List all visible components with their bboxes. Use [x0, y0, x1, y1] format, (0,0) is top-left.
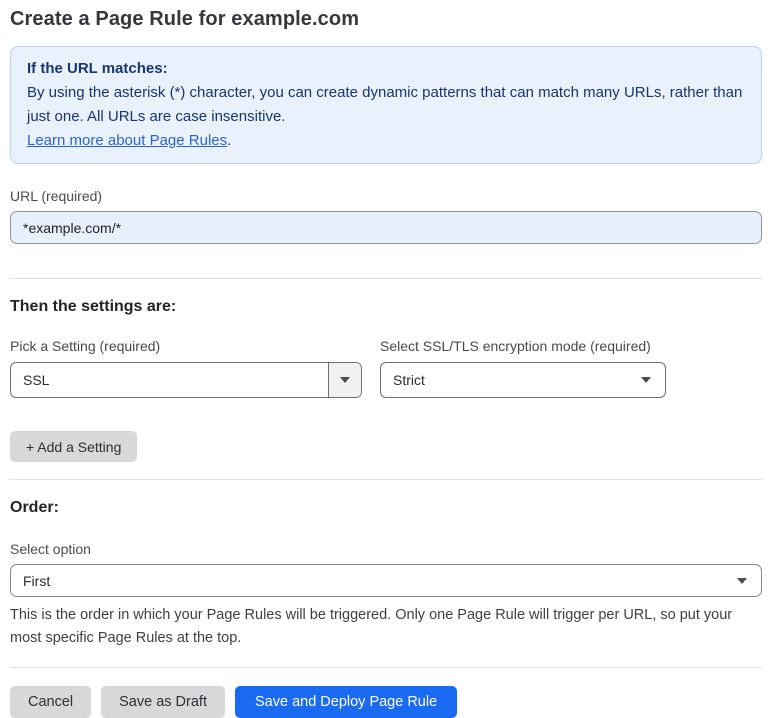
link-suffix-text: . [227, 132, 232, 149]
pick-setting-select[interactable]: SSL [10, 362, 362, 398]
chevron-down-icon [340, 377, 350, 383]
encryption-mode-select[interactable]: Strict [380, 362, 666, 398]
pick-setting-caret-button[interactable] [328, 363, 361, 397]
url-input[interactable] [10, 211, 762, 244]
info-box-link-line: Learn more about Page Rules. [27, 129, 745, 153]
order-select-wrap: First [10, 564, 762, 597]
divider [10, 667, 762, 668]
form-actions: Cancel Save as Draft Save and Deploy Pag… [10, 686, 762, 718]
url-label: URL (required) [10, 188, 103, 204]
save-deploy-button[interactable]: Save and Deploy Page Rule [234, 686, 458, 718]
page-title: Create a Page Rule for example.com [10, 8, 360, 30]
chevron-down-icon [641, 377, 651, 383]
divider [10, 479, 762, 480]
settings-heading: Then the settings are: [10, 298, 177, 315]
order-heading: Order: [10, 499, 59, 516]
order-help-text: This is the order in which your Page Rul… [10, 607, 733, 646]
encryption-mode-field: Select SSL/TLS encryption mode (required… [380, 338, 666, 398]
url-match-info-box: If the URL matches: By using the asteris… [10, 46, 762, 164]
cancel-button[interactable]: Cancel [10, 686, 92, 718]
add-setting-button[interactable]: + Add a Setting [10, 431, 138, 462]
info-box-heading: If the URL matches: [27, 60, 168, 77]
settings-row: Pick a Setting (required) SSL Select SSL… [10, 338, 762, 398]
save-draft-button[interactable]: Save as Draft [101, 686, 225, 718]
pick-setting-value: SSL [23, 372, 50, 388]
order-select-value: First [23, 572, 51, 589]
pick-setting-label: Pick a Setting (required) [10, 338, 161, 354]
order-select[interactable]: First [10, 564, 762, 597]
page-rule-form: Create a Page Rule for example.com If th… [0, 0, 772, 718]
encryption-mode-value: Strict [393, 372, 425, 388]
encryption-mode-label: Select SSL/TLS encryption mode (required… [380, 338, 651, 354]
divider [10, 278, 762, 279]
chevron-down-icon [737, 577, 747, 584]
pick-setting-field: Pick a Setting (required) SSL [10, 338, 362, 398]
order-select-label: Select option [10, 541, 91, 557]
learn-more-link[interactable]: Learn more about Page Rules [27, 132, 227, 149]
info-box-body: By using the asterisk (*) character, you… [27, 84, 743, 125]
